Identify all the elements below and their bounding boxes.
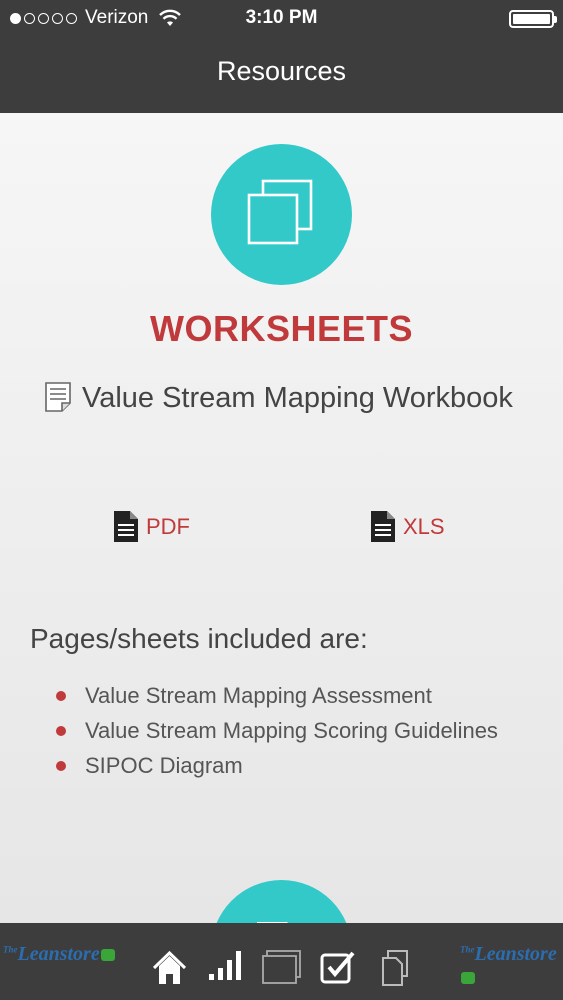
document-icon [45, 382, 71, 412]
tab-bar: TheLeanstore TheLeanstore [0, 923, 563, 1000]
workbook-title: Value Stream Mapping Workbook [30, 381, 530, 415]
list-item: Value Stream Mapping Scoring Guidelines [56, 713, 526, 748]
worksheets-icon [247, 179, 313, 245]
download-xls-link[interactable]: XLS [371, 511, 445, 542]
download-xls-label: XLS [403, 513, 445, 539]
home-icon[interactable] [152, 950, 187, 986]
cart-icon [100, 949, 115, 962]
battery-icon [509, 10, 557, 28]
document-icon [257, 922, 288, 923]
documents-icon[interactable] [381, 950, 409, 986]
cart-icon [461, 972, 475, 985]
pages-list: Value Stream Mapping Assessment Value St… [56, 678, 526, 783]
checklist-icon[interactable] [320, 950, 356, 984]
file-icon [114, 511, 138, 542]
top-bar: Verizon 3:10 PM Resources [0, 0, 563, 113]
content-scroll-area[interactable]: WORKSHEETS Value Stream Mapping Workbook… [0, 113, 563, 923]
list-item: SIPOC Diagram [56, 748, 526, 783]
download-pdf-label: PDF [146, 513, 190, 539]
status-bar: Verizon 3:10 PM [0, 0, 563, 38]
next-section-badge [211, 880, 352, 923]
brand-logo: TheLeanstore [3, 943, 115, 966]
file-icon [371, 511, 395, 542]
list-item: Value Stream Mapping Assessment [56, 678, 526, 713]
page-title: Resources [216, 56, 347, 86]
workbook-title-text: Value Stream Mapping Workbook [82, 382, 513, 414]
pages-included-label: Pages/sheets included are: [30, 623, 368, 654]
section-heading: WORKSHEETS [149, 308, 413, 349]
worksheets-badge [211, 144, 352, 285]
chart-icon[interactable] [209, 950, 242, 980]
status-time: 3:10 PM [245, 7, 318, 28]
resources-icon[interactable] [262, 950, 301, 984]
download-pdf-link[interactable]: PDF [114, 511, 190, 542]
brand-logo: TheLeanstore [460, 943, 563, 989]
